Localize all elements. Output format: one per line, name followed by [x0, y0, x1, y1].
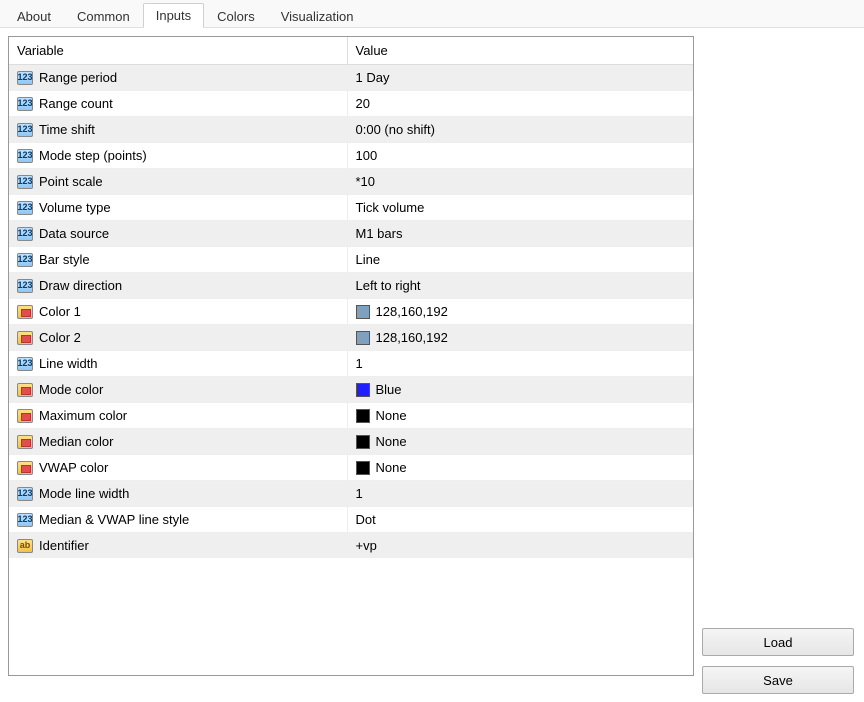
- number-type-icon: 123: [17, 279, 33, 293]
- table-row[interactable]: Median color None: [9, 429, 693, 455]
- inputs-table: Variable Value 123 Range period 1 Day 123 Ra…: [9, 37, 693, 558]
- table-row[interactable]: 123 Time shift 0:00 (no shift): [9, 117, 693, 143]
- variable-name: Maximum color: [39, 408, 127, 423]
- variable-value[interactable]: +vp: [356, 538, 377, 553]
- color-type-icon: [17, 305, 33, 319]
- button-column: Load Save: [702, 36, 854, 694]
- color-type-icon: [17, 461, 33, 475]
- save-button[interactable]: Save: [702, 666, 854, 694]
- variable-name: Time shift: [39, 122, 95, 137]
- table-row[interactable]: 123 Draw direction Left to right: [9, 273, 693, 299]
- inputs-table-container: Variable Value 123 Range period 1 Day 123 Ra…: [8, 36, 694, 676]
- number-type-icon: 123: [17, 123, 33, 137]
- variable-value[interactable]: Dot: [356, 512, 376, 527]
- number-type-icon: 123: [17, 149, 33, 163]
- variable-name: Bar style: [39, 252, 90, 267]
- variable-name: Mode step (points): [39, 148, 147, 163]
- number-type-icon: 123: [17, 97, 33, 111]
- variable-value[interactable]: None: [376, 408, 407, 423]
- variable-value[interactable]: None: [376, 460, 407, 475]
- number-type-icon: 123: [17, 71, 33, 85]
- variable-name: Color 1: [39, 304, 81, 319]
- table-row[interactable]: Mode color Blue: [9, 377, 693, 403]
- string-type-icon: ab: [17, 539, 33, 553]
- table-row[interactable]: Color 1 128,160,192: [9, 299, 693, 325]
- variable-value[interactable]: Blue: [376, 382, 402, 397]
- variable-name: Line width: [39, 356, 98, 371]
- color-swatch: [356, 383, 370, 397]
- color-swatch: [356, 305, 370, 319]
- table-row[interactable]: ab Identifier +vp: [9, 533, 693, 559]
- variable-value[interactable]: 128,160,192: [376, 304, 448, 319]
- number-type-icon: 123: [17, 513, 33, 527]
- table-row[interactable]: 123 Mode step (points) 100: [9, 143, 693, 169]
- number-type-icon: 123: [17, 201, 33, 215]
- variable-value[interactable]: 1 Day: [356, 70, 390, 85]
- table-row[interactable]: Maximum color None: [9, 403, 693, 429]
- table-row[interactable]: 123 Bar style Line: [9, 247, 693, 273]
- variable-value[interactable]: Tick volume: [356, 200, 425, 215]
- variable-value[interactable]: M1 bars: [356, 226, 403, 241]
- color-type-icon: [17, 409, 33, 423]
- color-swatch: [356, 461, 370, 475]
- variable-name: Median & VWAP line style: [39, 512, 189, 527]
- variable-name: Point scale: [39, 174, 103, 189]
- color-swatch: [356, 435, 370, 449]
- tab-bar: AboutCommonInputsColorsVisualization: [0, 0, 864, 28]
- color-type-icon: [17, 331, 33, 345]
- column-header-value[interactable]: Value: [347, 37, 693, 65]
- load-button[interactable]: Load: [702, 628, 854, 656]
- variable-value[interactable]: *10: [356, 174, 376, 189]
- variable-value[interactable]: 1: [356, 486, 363, 501]
- color-swatch: [356, 331, 370, 345]
- table-row[interactable]: 123 Range count 20: [9, 91, 693, 117]
- variable-name: Volume type: [39, 200, 111, 215]
- variable-value[interactable]: 100: [356, 148, 378, 163]
- variable-value[interactable]: 0:00 (no shift): [356, 122, 436, 137]
- table-row[interactable]: Color 2 128,160,192: [9, 325, 693, 351]
- table-row[interactable]: 123 Point scale *10: [9, 169, 693, 195]
- table-row[interactable]: VWAP color None: [9, 455, 693, 481]
- variable-name: Median color: [39, 434, 113, 449]
- table-row[interactable]: 123 Median & VWAP line style Dot: [9, 507, 693, 533]
- variable-name: VWAP color: [39, 460, 108, 475]
- variable-name: Mode color: [39, 382, 103, 397]
- variable-name: Draw direction: [39, 278, 122, 293]
- table-row[interactable]: 123 Data source M1 bars: [9, 221, 693, 247]
- variable-value[interactable]: Line: [356, 252, 381, 267]
- variable-value[interactable]: Left to right: [356, 278, 421, 293]
- variable-name: Range period: [39, 70, 117, 85]
- number-type-icon: 123: [17, 487, 33, 501]
- column-header-variable[interactable]: Variable: [9, 37, 347, 65]
- tab-about[interactable]: About: [4, 4, 64, 28]
- color-type-icon: [17, 435, 33, 449]
- tab-colors[interactable]: Colors: [204, 4, 268, 28]
- tab-common[interactable]: Common: [64, 4, 143, 28]
- variable-name: Identifier: [39, 538, 89, 553]
- table-row[interactable]: 123 Range period 1 Day: [9, 65, 693, 91]
- table-row[interactable]: 123 Mode line width 1: [9, 481, 693, 507]
- color-swatch: [356, 409, 370, 423]
- variable-name: Mode line width: [39, 486, 129, 501]
- number-type-icon: 123: [17, 253, 33, 267]
- table-row[interactable]: 123 Line width 1: [9, 351, 693, 377]
- table-row[interactable]: 123 Volume type Tick volume: [9, 195, 693, 221]
- variable-name: Data source: [39, 226, 109, 241]
- tab-inputs[interactable]: Inputs: [143, 3, 204, 28]
- variable-value[interactable]: 1: [356, 356, 363, 371]
- number-type-icon: 123: [17, 175, 33, 189]
- variable-value[interactable]: None: [376, 434, 407, 449]
- number-type-icon: 123: [17, 357, 33, 371]
- tab-visualization[interactable]: Visualization: [268, 4, 367, 28]
- variable-value[interactable]: 128,160,192: [376, 330, 448, 345]
- variable-name: Range count: [39, 96, 113, 111]
- color-type-icon: [17, 383, 33, 397]
- number-type-icon: 123: [17, 227, 33, 241]
- variable-name: Color 2: [39, 330, 81, 345]
- variable-value[interactable]: 20: [356, 96, 370, 111]
